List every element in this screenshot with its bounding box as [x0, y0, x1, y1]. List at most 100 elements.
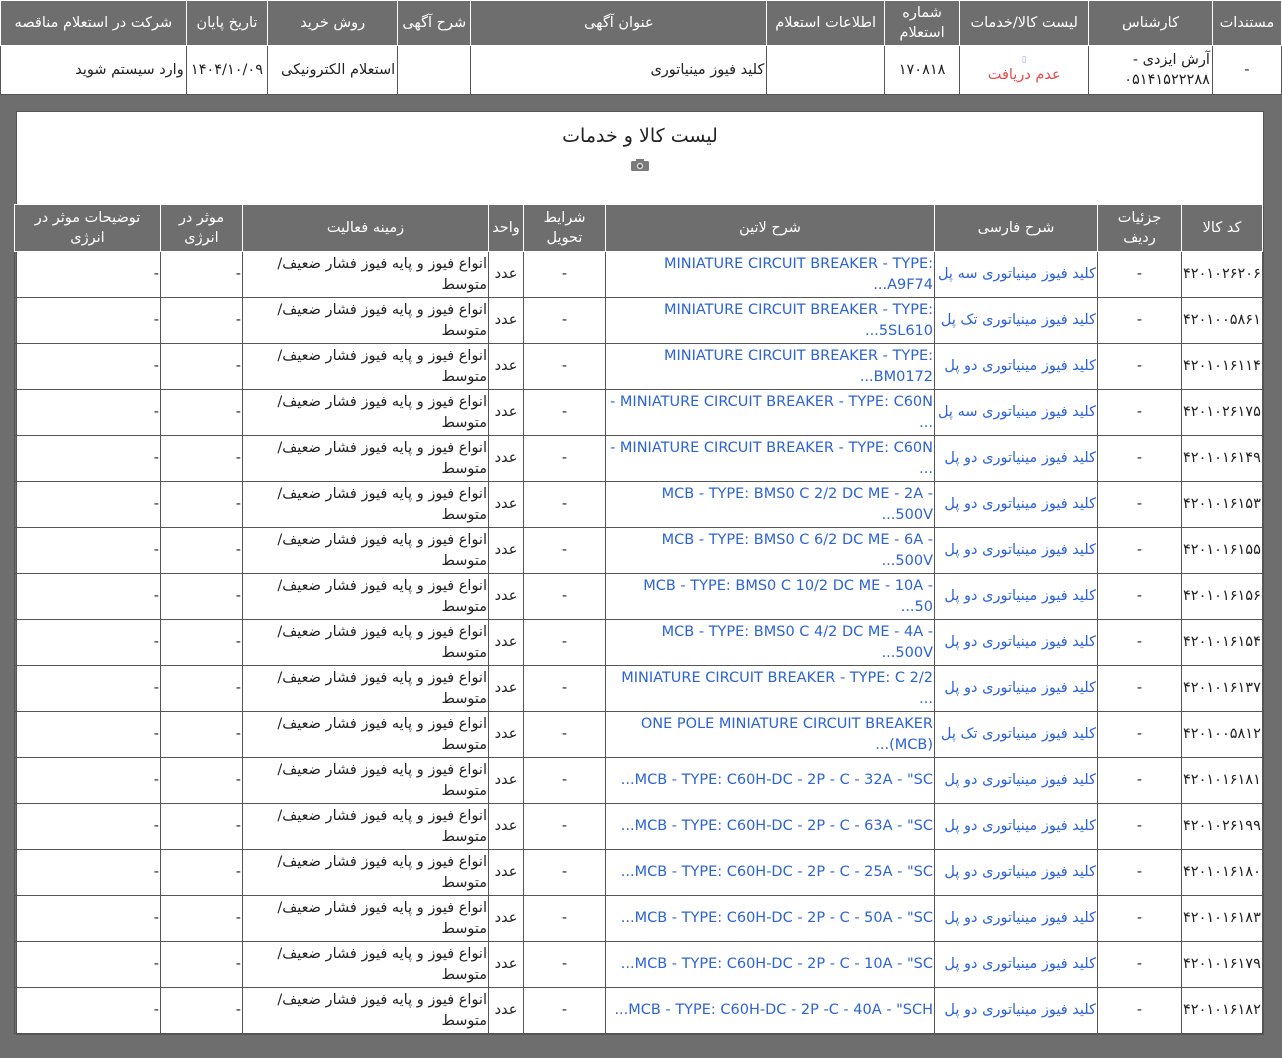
- row-details[interactable]: -: [1097, 849, 1182, 896]
- latin-desc[interactable]: MCB - TYPE: BMS0 C 10/2 DC ME - 10A - 50…: [605, 573, 935, 620]
- latin-desc[interactable]: MINIATURE CIRCUIT BREAKER - TYPE: A9F74.…: [605, 251, 935, 298]
- latin-desc[interactable]: ONE POLE MINIATURE CIRCUIT BREAKER (MCB)…: [605, 711, 935, 758]
- table-row: ۴۲۰۱۰۱۶۱۵۵- کلید فیوز مینیاتوری دو پل MCB …: [14, 527, 1263, 574]
- col-persian-desc[interactable]: شرح فارسی: [934, 204, 1098, 252]
- col-unit[interactable]: واحد: [488, 204, 524, 252]
- col-delivery-terms[interactable]: شرایط تحویل: [523, 204, 606, 252]
- latin-desc[interactable]: MINIATURE CIRCUIT BREAKER - TYPE: C60N -…: [605, 435, 935, 482]
- latin-desc[interactable]: MCB - TYPE: C60H-DC - 2P - C - 32A - "SC…: [605, 757, 935, 804]
- latin-desc[interactable]: MINIATURE CIRCUIT BREAKER - TYPE: C 2/2 …: [605, 665, 935, 712]
- item-code: ۴۲۰۱۰۱۶۱۵۴: [1181, 619, 1263, 666]
- header-ad-desc[interactable]: شرح آگهی: [397, 0, 472, 46]
- items-status: عدم دریافت: [987, 67, 1061, 83]
- row-details[interactable]: -: [1097, 757, 1182, 804]
- row-details[interactable]: -: [1097, 895, 1182, 942]
- unit: عدد: [488, 711, 524, 758]
- persian-desc[interactable]: کلید فیوز مینیاتوری دو پل: [934, 803, 1098, 850]
- panel-header: لیست کالا و خدمات: [17, 112, 1263, 204]
- energy-notes: -: [14, 895, 161, 942]
- header-end-date[interactable]: تاریخ پایان: [185, 0, 269, 46]
- header-inquiry-info[interactable]: اطلاعات استعلام: [766, 0, 885, 46]
- col-energy-notes[interactable]: توضیحات موثر در انرژی: [14, 204, 161, 252]
- header-documents[interactable]: مستندات: [1211, 0, 1282, 46]
- persian-desc[interactable]: کلید فیوز مینیاتوری دو پل: [934, 343, 1098, 390]
- latin-desc[interactable]: MCB - TYPE: BMS0 C 2/2 DC ME - 2A - 500V…: [605, 481, 935, 528]
- latin-desc[interactable]: MCB - TYPE: C60H-DC - 2P - C - 63A - "SC…: [605, 803, 935, 850]
- latin-desc[interactable]: MINIATURE CIRCUIT BREAKER - TYPE: C60N -…: [605, 389, 935, 436]
- latin-desc[interactable]: MINIATURE CIRCUIT BREAKER - TYPE: BM0172…: [605, 343, 935, 390]
- col-code[interactable]: کد کالا: [1181, 204, 1263, 252]
- inquiry-info-cell[interactable]: [766, 45, 885, 95]
- table-row: ۴۲۰۱۰۱۶۱۵۳- کلید فیوز مینیاتوری دو پل MCB …: [14, 481, 1263, 528]
- persian-desc[interactable]: کلید فیوز مینیاتوری تک پل: [934, 297, 1098, 344]
- participate-cell[interactable]: وارد سیستم شوید: [0, 45, 187, 95]
- persian-desc[interactable]: کلید فیوز مینیاتوری دو پل: [934, 481, 1098, 528]
- energy-notes: -: [14, 343, 161, 390]
- attachment-icon[interactable]: ▯: [962, 55, 1086, 65]
- row-details[interactable]: -: [1097, 573, 1182, 620]
- energy-effective: -: [160, 527, 243, 574]
- row-details[interactable]: -: [1097, 941, 1182, 988]
- header-items-list[interactable]: لیست کالا/خدمات: [959, 0, 1090, 46]
- col-activity-field[interactable]: زمینه فعالیت: [242, 204, 489, 252]
- latin-desc[interactable]: MCB - TYPE: C60H-DC - 2P -C - 40A - "SCH…: [605, 987, 935, 1034]
- row-details[interactable]: -: [1097, 803, 1182, 850]
- persian-desc[interactable]: کلید فیوز مینیاتوری سه پل: [934, 389, 1098, 436]
- col-row-details[interactable]: جزئیات ردیف: [1097, 204, 1182, 252]
- row-details[interactable]: -: [1097, 711, 1182, 758]
- persian-desc[interactable]: کلید فیوز مینیاتوری دو پل: [934, 895, 1098, 942]
- latin-desc[interactable]: MCB - TYPE: C60H-DC - 2P - C - 10A - "SC…: [605, 941, 935, 988]
- persian-desc[interactable]: کلید فیوز مینیاتوری دو پل: [934, 435, 1098, 482]
- header-purchase-method[interactable]: روش خرید: [267, 0, 399, 46]
- persian-desc[interactable]: کلید فیوز مینیاتوری دو پل: [934, 573, 1098, 620]
- inquiry-number-cell: ۱۷۰۸۱۸: [883, 45, 961, 95]
- latin-desc[interactable]: MCB - TYPE: BMS0 C 6/2 DC ME - 6A - 500V…: [605, 527, 935, 574]
- row-details[interactable]: -: [1097, 389, 1182, 436]
- items-list-cell[interactable]: ▯ عدم دریافت: [959, 45, 1090, 95]
- delivery-terms: -: [523, 757, 606, 804]
- header-expert[interactable]: کارشناس: [1088, 0, 1213, 46]
- col-latin-desc[interactable]: شرح لاتین: [605, 204, 935, 252]
- delivery-terms: -: [523, 389, 606, 436]
- latin-desc[interactable]: MCB - TYPE: C60H-DC - 2P - C - 50A - "SC…: [605, 895, 935, 942]
- activity-field: انواع فیوز و پایه فیوز فشار ضعیف/متوسط: [242, 619, 489, 666]
- row-details[interactable]: -: [1097, 435, 1182, 482]
- item-code: ۴۲۰۱۰۱۶۱۷۹: [1181, 941, 1263, 988]
- end-date-cell: ۱۴۰۴/۱۰/۰۹: [185, 45, 269, 95]
- item-code: ۴۲۰۱۰۱۶۱۴۹: [1181, 435, 1263, 482]
- energy-notes: -: [14, 849, 161, 896]
- unit: عدد: [488, 619, 524, 666]
- energy-notes: -: [14, 527, 161, 574]
- row-details[interactable]: -: [1097, 481, 1182, 528]
- header-ad-title[interactable]: عنوان آگهی: [470, 0, 768, 46]
- row-details[interactable]: -: [1097, 665, 1182, 712]
- camera-icon[interactable]: [630, 158, 650, 172]
- row-details[interactable]: -: [1097, 527, 1182, 574]
- latin-desc[interactable]: MINIATURE CIRCUIT BREAKER - TYPE: 5SL610…: [605, 297, 935, 344]
- activity-field: انواع فیوز و پایه فیوز فشار ضعیف/متوسط: [242, 987, 489, 1034]
- persian-desc[interactable]: کلید فیوز مینیاتوری تک پل: [934, 711, 1098, 758]
- persian-desc[interactable]: کلید فیوز مینیاتوری دو پل: [934, 849, 1098, 896]
- row-details[interactable]: -: [1097, 619, 1182, 666]
- row-details[interactable]: -: [1097, 297, 1182, 344]
- persian-desc[interactable]: کلید فیوز مینیاتوری دو پل: [934, 941, 1098, 988]
- delivery-terms: -: [523, 573, 606, 620]
- col-energy-effective[interactable]: موثر در انرژی: [160, 204, 243, 252]
- persian-desc[interactable]: کلید فیوز مینیاتوری دو پل: [934, 757, 1098, 804]
- persian-desc[interactable]: کلید فیوز مینیاتوری دو پل: [934, 619, 1098, 666]
- unit: عدد: [488, 527, 524, 574]
- row-details[interactable]: -: [1097, 251, 1182, 298]
- row-details[interactable]: -: [1097, 343, 1182, 390]
- header-inquiry-number[interactable]: شماره استعلام: [883, 0, 961, 46]
- table-row: ۴۲۰۱۰۰۵۸۱۲- کلید فیوز مینیاتوری تک پل ONE …: [14, 711, 1263, 758]
- latin-desc[interactable]: MCB - TYPE: C60H-DC - 2P - C - 25A - "SC…: [605, 849, 935, 896]
- persian-desc[interactable]: کلید فیوز مینیاتوری دو پل: [934, 987, 1098, 1034]
- latin-desc[interactable]: MCB - TYPE: BMS0 C 4/2 DC ME - 4A - 500V…: [605, 619, 935, 666]
- items-panel: لیست کالا و خدمات کد کالا جزئیات ردیف شر…: [14, 111, 1264, 1035]
- persian-desc[interactable]: کلید فیوز مینیاتوری دو پل: [934, 527, 1098, 574]
- row-details[interactable]: -: [1097, 987, 1182, 1034]
- header-participate[interactable]: شرکت در استعلام مناقصه: [0, 0, 187, 46]
- persian-desc[interactable]: کلید فیوز مینیاتوری دو پل: [934, 665, 1098, 712]
- persian-desc[interactable]: کلید فیوز مینیاتوری سه پل: [934, 251, 1098, 298]
- purchase-method-cell: استعلام الکترونیکی: [267, 45, 399, 95]
